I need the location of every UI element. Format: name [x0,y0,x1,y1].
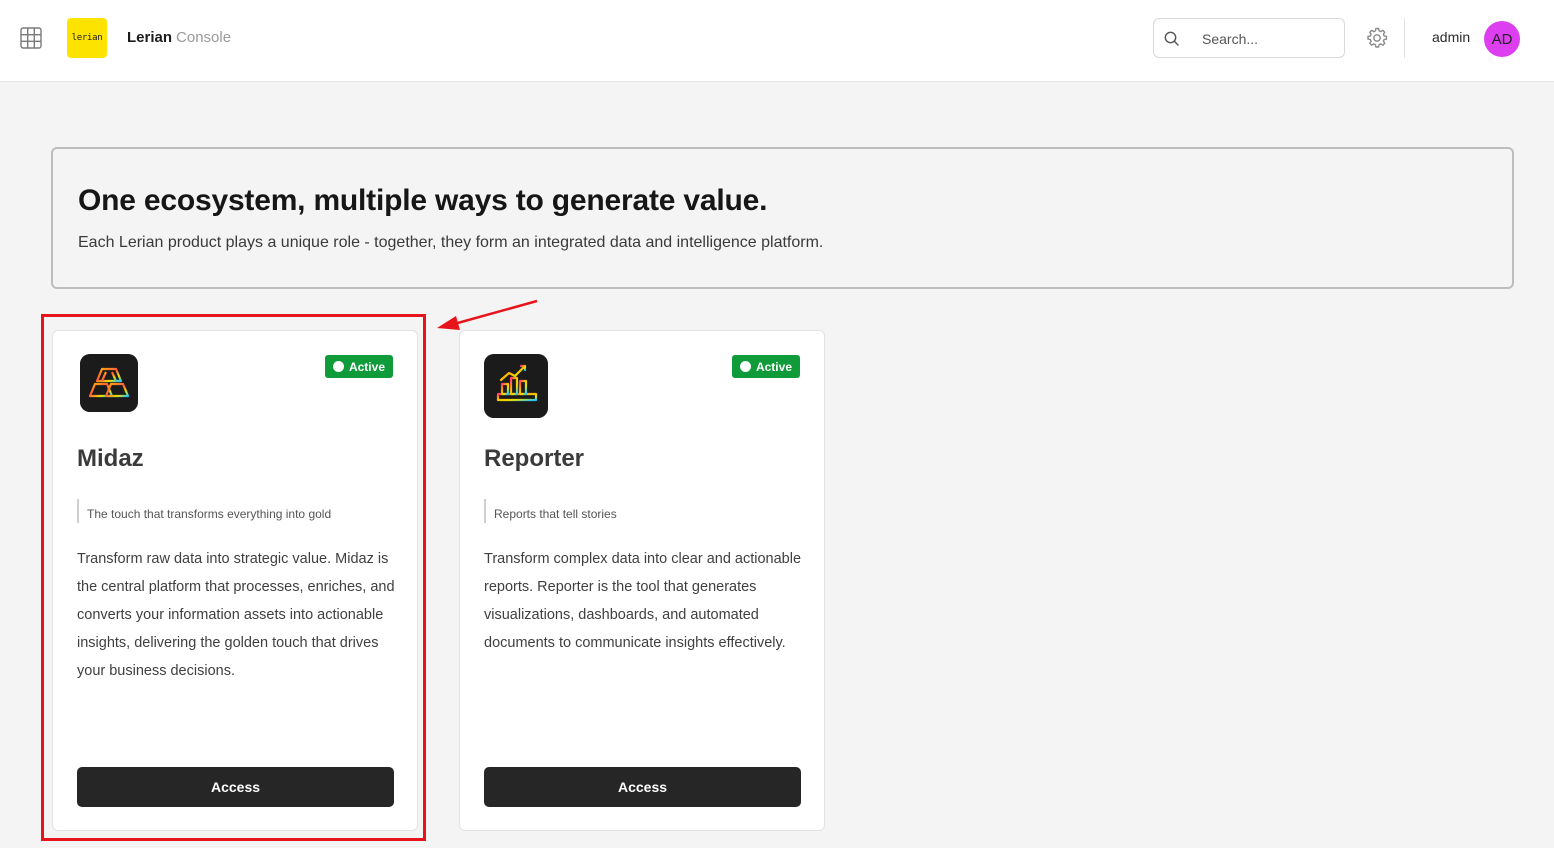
product-tagline: Reports that tell stories [484,499,617,523]
top-bar: lerian Lerian Console Search... admin AD [0,0,1554,82]
search-icon [1164,31,1179,46]
status-label: Active [755,359,792,374]
product-card-reporter: Active Reporter Reports that tell storie… [459,330,825,831]
status-dot-icon [332,361,344,372]
product-title: Reporter [484,445,585,472]
hero-banner: One ecosystem, multiple ways to generate… [51,147,1514,289]
avatar-initials: AD [1491,30,1513,48]
hero-title: One ecosystem, multiple ways to generate… [78,184,768,217]
report-chart-icon [484,354,548,418]
product-tagline: The touch that transforms everything int… [77,499,331,523]
logo-text: lerian [71,33,103,43]
lerian-logo[interactable]: lerian [67,18,107,58]
brand-name: Lerian [127,29,173,46]
status-dot-icon [739,361,751,372]
product-description: Transform complex data into clear and ac… [484,551,802,651]
avatar[interactable]: AD [1484,21,1520,57]
access-button-reporter[interactable]: Access [484,767,801,807]
brand-suffix: Console [176,29,232,46]
status-badge: Active [731,355,800,378]
header-divider [1404,18,1405,58]
gold-bars-icon [80,354,138,412]
search-input[interactable]: Search... [1153,18,1345,58]
access-button-midaz[interactable]: Access [77,767,394,807]
status-badge: Active [324,355,393,378]
product-description: Transform raw data into strategic value.… [77,551,395,679]
grid-icon[interactable] [20,27,42,49]
annotation-arrow-icon [437,299,538,330]
search-placeholder: Search... [1202,31,1259,47]
brand-title: Lerian Console [127,29,231,46]
product-card-midaz: Active Midaz The touch that transforms e… [52,330,418,831]
gear-icon[interactable] [1365,26,1389,50]
product-title: Midaz [77,445,144,472]
status-label: Active [348,359,385,374]
hero-subtitle: Each Lerian product plays a unique role … [78,234,824,251]
username: admin [1432,29,1471,45]
